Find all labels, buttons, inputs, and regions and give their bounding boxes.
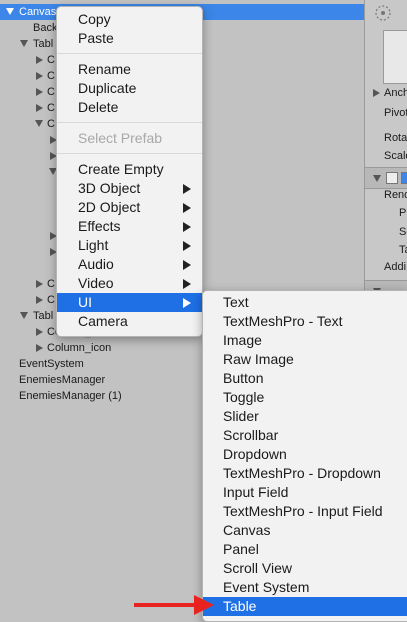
submenu-arrow-icon <box>183 184 191 194</box>
pixel-perfect-label: Pi <box>399 207 407 219</box>
menu-item-label: UI <box>78 294 92 310</box>
collapsed-arrow-icon[interactable] <box>36 56 43 64</box>
submenu-item-textmeshpro-dropdown[interactable]: TextMeshPro - Dropdown <box>203 464 407 483</box>
submenu-arrow-icon <box>183 260 191 270</box>
component-header[interactable] <box>365 167 407 189</box>
enabled-checkbox[interactable] <box>401 172 407 184</box>
submenu-arrow-icon <box>183 222 191 232</box>
submenu-item-toggle[interactable]: Toggle <box>203 388 407 407</box>
context-menu: Copy Paste Rename Duplicate Delete Selec… <box>56 6 203 337</box>
submenu-arrow-icon <box>183 203 191 213</box>
menu-item-label: 3D Object <box>78 180 141 196</box>
anchor-presets-icon[interactable] <box>373 3 393 23</box>
menu-item-audio[interactable]: Audio <box>57 255 202 274</box>
expand-arrow-icon[interactable] <box>35 120 43 127</box>
ui-submenu: Text TextMeshPro - Text Image Raw Image … <box>202 290 407 622</box>
menu-separator <box>57 53 202 54</box>
expand-arrow-icon[interactable] <box>20 40 28 47</box>
menu-item-create-empty[interactable]: Create Empty <box>57 160 202 179</box>
submenu-arrow-icon <box>183 279 191 289</box>
additional-shader-label: Addi <box>384 261 407 273</box>
rotation-label: Rota <box>384 132 407 144</box>
anchors-label: Anch <box>384 87 407 99</box>
menu-item-camera[interactable]: Camera <box>57 312 202 331</box>
expand-arrow-icon[interactable] <box>373 175 381 182</box>
menu-item-ui[interactable]: UI <box>57 293 202 312</box>
collapsed-arrow-icon[interactable] <box>36 88 43 96</box>
submenu-item-canvas[interactable]: Canvas <box>203 521 407 540</box>
menu-item-label: Video <box>78 275 114 291</box>
collapsed-arrow-icon[interactable] <box>36 296 43 304</box>
menu-item-light[interactable]: Light <box>57 236 202 255</box>
submenu-item-panel[interactable]: Panel <box>203 540 407 559</box>
submenu-item-dropdown[interactable]: Dropdown <box>203 445 407 464</box>
menu-item-duplicate[interactable]: Duplicate <box>57 79 202 98</box>
menu-item-label: Effects <box>78 218 121 234</box>
submenu-item-event-system[interactable]: Event System <box>203 578 407 597</box>
submenu-item-raw-image[interactable]: Raw Image <box>203 350 407 369</box>
collapsed-arrow-icon[interactable] <box>36 72 43 80</box>
submenu-item-input-field[interactable]: Input Field <box>203 483 407 502</box>
menu-item-select-prefab: Select Prefab <box>78 130 163 146</box>
scale-label: Scale <box>384 150 407 162</box>
submenu-item-scrollbar[interactable]: Scrollbar <box>203 426 407 445</box>
menu-item-paste[interactable]: Paste <box>57 29 202 48</box>
submenu-item-textmeshpro-text[interactable]: TextMeshPro - Text <box>203 312 407 331</box>
collapsed-arrow-icon[interactable] <box>36 328 43 336</box>
submenu-item-text[interactable]: Text <box>203 293 407 312</box>
sort-order-label: Sc <box>399 226 407 238</box>
menu-item-label: Light <box>78 237 109 253</box>
expand-arrow-icon[interactable] <box>20 312 28 319</box>
target-display-label: Ta <box>399 244 407 256</box>
submenu-item-slider[interactable]: Slider <box>203 407 407 426</box>
collapsed-arrow-icon[interactable] <box>36 280 43 288</box>
component-icon <box>386 172 398 184</box>
menu-item-video[interactable]: Video <box>57 274 202 293</box>
collapsed-arrow-icon[interactable] <box>36 344 43 352</box>
collapsed-arrow-icon[interactable] <box>36 104 43 112</box>
submenu-item-table[interactable]: Table <box>203 597 407 616</box>
anchor-preview[interactable] <box>383 30 407 84</box>
submenu-item-button[interactable]: Button <box>203 369 407 388</box>
collapsed-arrow-icon[interactable] <box>373 89 380 97</box>
menu-item-label: Audio <box>78 256 114 272</box>
menu-item-2d-object[interactable]: 2D Object <box>57 198 202 217</box>
menu-item-delete[interactable]: Delete <box>57 98 202 117</box>
menu-item-3d-object[interactable]: 3D Object <box>57 179 202 198</box>
menu-separator <box>57 122 202 123</box>
pivot-label: Pivot <box>384 107 407 119</box>
menu-item-effects[interactable]: Effects <box>57 217 202 236</box>
expand-arrow-icon[interactable] <box>6 8 14 15</box>
menu-item-rename[interactable]: Rename <box>57 60 202 79</box>
submenu-item-image[interactable]: Image <box>203 331 407 350</box>
submenu-arrow-icon <box>183 241 191 251</box>
menu-separator <box>57 153 202 154</box>
submenu-arrow-icon <box>183 298 191 308</box>
menu-item-label: 2D Object <box>78 199 141 215</box>
render-mode-label: Rend <box>384 189 407 201</box>
submenu-item-textmeshpro-input-field[interactable]: TextMeshPro - Input Field <box>203 502 407 521</box>
menu-item-copy[interactable]: Copy <box>57 10 202 29</box>
submenu-item-scroll-view[interactable]: Scroll View <box>203 559 407 578</box>
red-annotation-arrow-icon <box>134 595 214 615</box>
